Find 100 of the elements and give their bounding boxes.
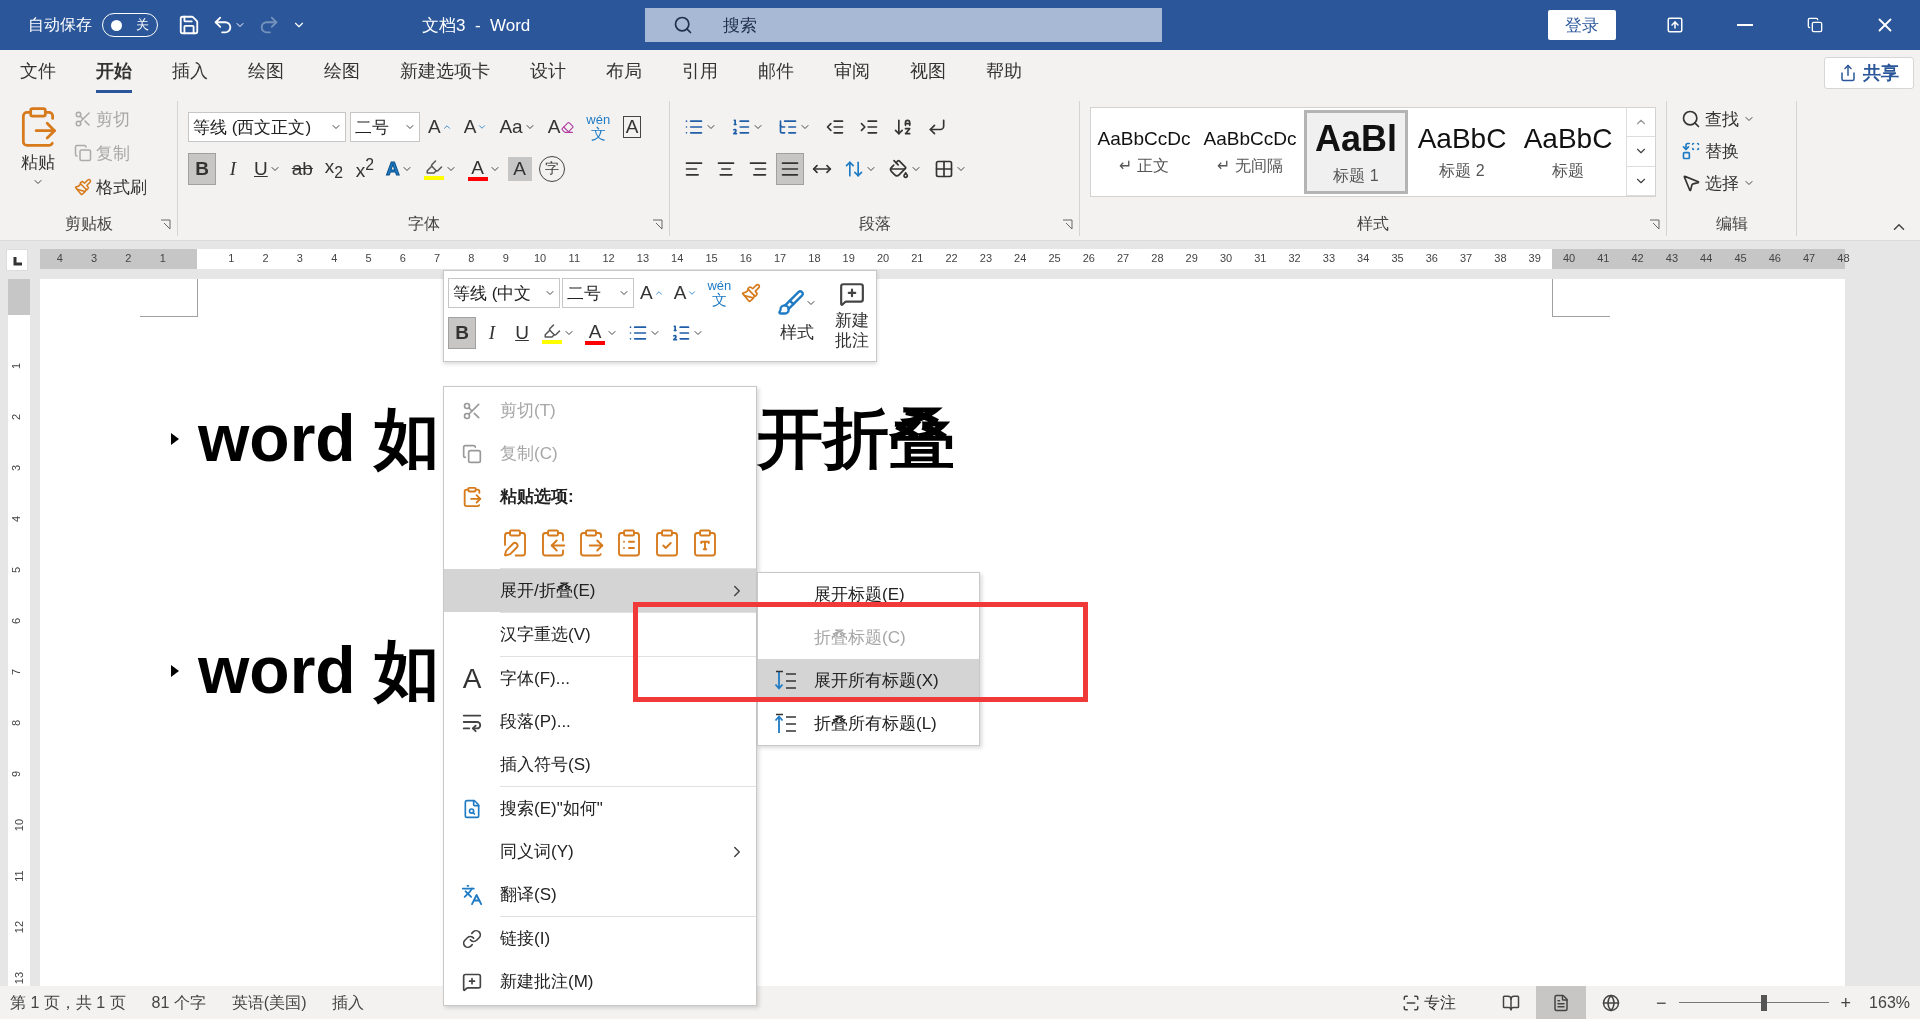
ruler-number: 47 [1802,252,1816,264]
zoom-percent: 163% [1869,994,1910,1012]
caret-down-icon [477,122,488,132]
launcher-icon [160,219,171,230]
shrink-font-button[interactable]: A [459,111,492,143]
ribbon-tab[interactable]: 开始 [96,52,132,93]
script-button[interactable]: x$_{2}$ [319,153,348,185]
menu-item[interactable]: 段落(P)... [444,700,756,743]
ribbon-tab[interactable]: 邮件 [758,52,794,93]
ruler-number: 16 [739,252,752,264]
ribbon-tab[interactable]: 引用 [682,52,718,93]
menu-item[interactable]: 链接(I) [444,917,756,960]
font-size-dropdown[interactable]: 二号 [350,112,420,142]
menu-item[interactable]: 展开标题(E) [758,573,979,616]
ribbon-tab[interactable]: 文件 [20,52,56,93]
ruler-number: 21 [911,252,924,264]
ruler-number: 7 [434,252,441,264]
ruler-number: 38 [1494,252,1507,264]
zoom-out-button[interactable]: − [1652,992,1671,1014]
new-comment-button[interactable]: 新建批注 [829,277,875,355]
ribbon-tab[interactable]: 视图 [910,52,946,93]
ribbon-tab[interactable]: 插入 [172,52,208,93]
slider-thumb[interactable] [1761,995,1768,1011]
menu-item[interactable]: 插入符号(S) [444,743,756,786]
clear-format-button[interactable]: A [543,111,579,143]
grow-font-button[interactable]: A [636,277,668,309]
styles-button[interactable]: 样式 [773,277,822,355]
bullet-list-icon [684,117,704,137]
phonetic-guide-button[interactable]: wén 文 [703,277,736,309]
ribbon-tab[interactable]: 绘图 [248,52,284,93]
align-button[interactable] [776,153,804,185]
align-icon [780,159,800,179]
ribbon-tab[interactable]: 设计 [530,52,566,93]
find-button[interactable]: 查找 [1677,103,1759,135]
paste-button[interactable]: 粘贴 [10,101,66,214]
ribbon-tab[interactable]: 布局 [606,52,642,93]
link-icon [462,928,482,949]
tab-selector[interactable] [6,249,28,271]
script-button[interactable]: x$^{2}$ [350,153,379,185]
menu-item[interactable]: A 字体(F)... [444,657,756,700]
font-color-button[interactable]: A [463,153,505,185]
font-color-button[interactable]: A [581,317,622,349]
align-icon [748,159,768,179]
ribbon-tab[interactable]: 帮助 [986,52,1022,93]
collapse-triangle-icon[interactable] [170,663,180,679]
character-border-button[interactable]: A [618,111,647,143]
shrink-font-button[interactable]: A [669,277,702,309]
heading-text: 开折叠 [757,400,955,477]
strikethrough-button[interactable]: ab [287,153,317,185]
style-item[interactable]: AaBl 标题 1 [1304,110,1408,194]
ribbon-tab[interactable]: 审阅 [834,52,870,93]
search-field[interactable]: 搜索 [645,8,1163,42]
ribbon-tab[interactable]: 绘图 [324,52,360,93]
ribbon-tab[interactable]: 新建选项卡 [400,52,490,93]
menu-item[interactable]: 同义词(Y) [444,830,756,873]
text-effect-button[interactable]: A [381,153,417,185]
sort-icon [893,117,913,137]
outdent-icon [825,117,845,137]
character-shading-button[interactable]: A [507,157,532,181]
menu-item[interactable]: 汉字重选(V) [444,613,756,656]
ruler-number: 7 [10,668,23,676]
highlighter-icon [543,322,561,340]
ruler-number: 41 [1597,252,1610,264]
menu-item[interactable]: 折叠所有标题(L) [758,702,979,745]
italic-button[interactable]: I [219,153,247,185]
caret-down-icon [687,288,698,298]
bold-button[interactable]: B [188,153,216,185]
ruler-number: 10 [13,818,26,832]
font-name-dropdown[interactable]: 等线 (西文正文) [188,112,346,142]
phonetic-guide-button[interactable]: wén 文 [582,111,615,143]
ruler-number: 4 [331,252,338,264]
group-label: 字体 [407,214,440,234]
focus-button[interactable]: 专注 [1398,987,1461,1019]
menu-item[interactable]: 翻译(S) [444,873,756,916]
ruler-number: 46 [1768,252,1781,264]
collapse-triangle-icon[interactable] [170,431,180,447]
underline-button[interactable]: U [508,317,536,349]
italic-button[interactable]: I [478,317,506,349]
menu-item[interactable]: 搜索(E)"如何" [444,787,756,830]
restore-icon [1807,17,1823,33]
menu-item[interactable]: 新建批注(M) [444,960,756,1003]
font-size-dropdown[interactable]: 二号 [562,278,634,308]
zoom-in-button[interactable]: + [1836,992,1856,1014]
menu-item[interactable]: 展开/折叠(E) [444,569,756,612]
grow-font-button[interactable]: A [424,111,456,143]
group-label: 样式 [1357,214,1389,234]
select-button[interactable]: 选择 [1677,167,1759,199]
view-button[interactable] [1536,986,1587,1019]
format-painter-button[interactable]: 格式刷 [70,171,151,203]
replace-button[interactable]: 替换 [1677,135,1759,167]
share-button[interactable]: 共享 [1824,56,1914,89]
language-status: 英语(美国) [231,992,307,1013]
underline-button[interactable]: U [250,153,285,185]
font-name-dropdown[interactable]: 等线 (中文 [448,278,560,308]
change-case-button[interactable]: Aa [495,111,540,143]
ruler-number: 48 [1837,252,1850,264]
login-button[interactable]: 登录 [1548,10,1616,40]
bold-button[interactable]: B [448,317,476,349]
ruler-number: 18 [808,252,821,264]
ruler-number: 1 [159,252,166,264]
